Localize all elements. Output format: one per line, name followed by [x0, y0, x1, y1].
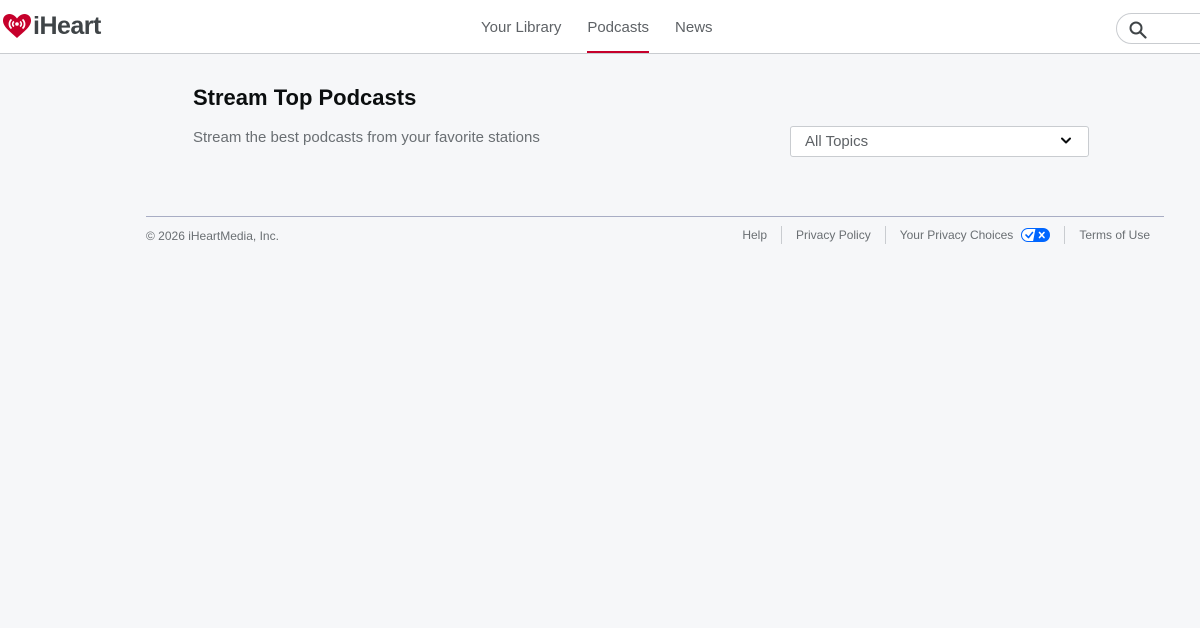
footer-link-help[interactable]: Help: [728, 226, 781, 244]
copyright-text: © 2026 iHeartMedia, Inc.: [146, 229, 279, 243]
footer: © 2026 iHeartMedia, Inc. Help Privacy Po…: [146, 216, 1164, 244]
footer-link-terms[interactable]: Terms of Use: [1064, 226, 1164, 244]
nav-your-library[interactable]: Your Library: [468, 0, 574, 54]
nav-news[interactable]: News: [662, 0, 726, 54]
footer-links: Help Privacy Policy Your Privacy Choices…: [728, 226, 1164, 244]
main-content: Stream Top Podcasts Stream the best podc…: [193, 83, 1089, 157]
chevron-down-icon: [1061, 137, 1071, 144]
privacy-choices-icon: [1021, 228, 1051, 242]
search-icon[interactable]: [1129, 21, 1147, 39]
privacy-choices-label: Your Privacy Choices: [899, 228, 1014, 242]
topic-select-value: All Topics: [805, 133, 869, 150]
iheart-logo-icon: [3, 14, 31, 38]
logo-text: iHeart: [33, 12, 101, 40]
footer-link-privacy-policy[interactable]: Privacy Policy: [781, 226, 885, 244]
iheart-logo[interactable]: iHeart: [2, 11, 101, 41]
topic-select[interactable]: All Topics: [790, 126, 1089, 157]
main-nav: Your Library Podcasts News: [468, 0, 726, 54]
page-subtitle: Stream the best podcasts from your favor…: [193, 129, 540, 146]
top-navigation-bar: iHeart Your Library Podcasts News: [0, 0, 1200, 54]
nav-podcasts[interactable]: Podcasts: [574, 0, 662, 54]
footer-link-privacy-choices[interactable]: Your Privacy Choices: [884, 226, 1065, 244]
page-title: Stream Top Podcasts: [193, 85, 417, 110]
search-input[interactable]: [1116, 13, 1200, 44]
